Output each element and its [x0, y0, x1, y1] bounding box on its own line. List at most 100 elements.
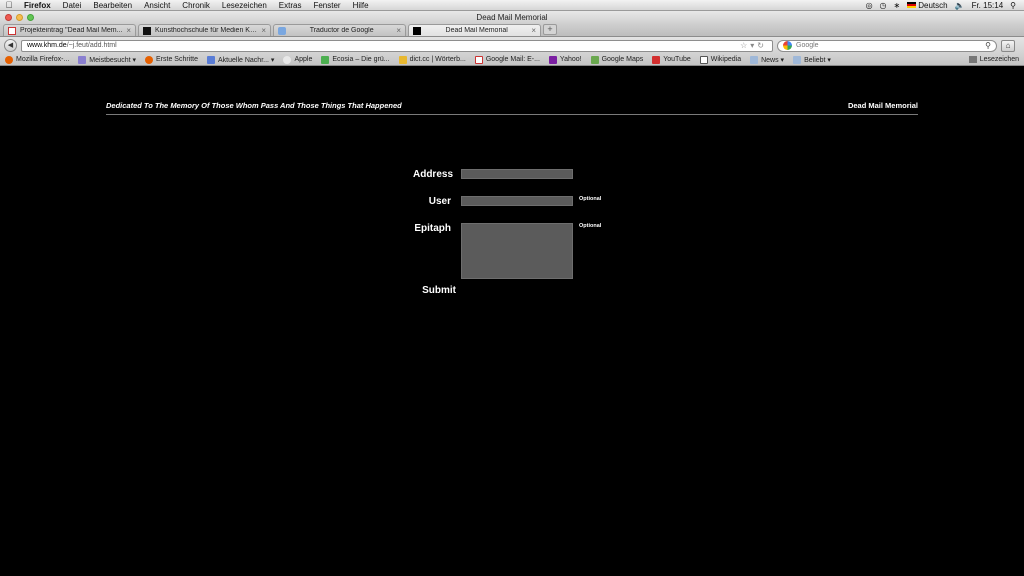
bookmark-apple[interactable]: Apple [283, 55, 312, 64]
bookmark-label: Google Mail: E-... [485, 56, 540, 63]
menu-bearbeiten[interactable]: Bearbeiten [87, 1, 138, 10]
tab-close-icon[interactable]: × [126, 26, 131, 35]
submit-button[interactable]: Submit [366, 285, 456, 296]
wikipedia-icon [699, 55, 708, 64]
tab-close-icon[interactable]: × [261, 26, 266, 35]
bookmark-label: YouTube [663, 56, 691, 63]
url-bar-actions: ☆▾↻ [740, 41, 767, 50]
bookmark-label: Beliebt ▾ [804, 56, 831, 64]
window-titlebar: Dead Mail Memorial [0, 11, 1024, 24]
tab-traductor[interactable]: Traductor de Google × [273, 24, 406, 36]
tab-close-icon[interactable]: × [396, 26, 401, 35]
bookmark-label: Meistbesucht ▾ [89, 56, 136, 64]
magnifier-icon[interactable]: ⚲ [985, 41, 991, 50]
rss-folder-icon [207, 55, 216, 64]
bookmark-yahoo[interactable]: Yahoo! [548, 55, 582, 64]
bookmark-youtube[interactable]: YouTube [652, 55, 691, 64]
menu-datei[interactable]: Datei [57, 1, 88, 10]
volume-icon[interactable]: 🔈 [955, 1, 965, 10]
firefox-icon [145, 55, 153, 64]
tab-close-icon[interactable]: × [531, 26, 536, 35]
tab-dead-mail-memorial[interactable]: Dead Mail Memorial × [408, 24, 541, 36]
bookmark-meistbesucht[interactable]: Meistbesucht ▾ [78, 55, 136, 64]
navigation-toolbar: ◀ www.khm.de/~j.feut/add.html ☆▾↻ Google… [0, 37, 1024, 54]
reload-icon[interactable]: ↻ [757, 41, 767, 50]
firefox-icon [5, 55, 13, 64]
bookmark-google-mail[interactable]: Google Mail: E-... [474, 55, 540, 64]
google-search-engine-icon[interactable] [783, 41, 792, 50]
menu-hilfe[interactable]: Hilfe [347, 1, 375, 10]
site-title[interactable]: Dead Mail Memorial [848, 101, 918, 110]
bookmark-label: Mozilla Firefox-... [16, 56, 70, 63]
page-content: Dedicated To The Memory Of Those Whom Pa… [0, 67, 1024, 565]
bookmarks-toolbar: Mozilla Firefox-... Meistbesucht ▾ Erste… [0, 54, 1024, 66]
apple-menu-icon[interactable]:  [0, 0, 18, 10]
epitaph-textarea[interactable] [461, 223, 573, 279]
epitaph-optional-note: Optional [579, 223, 602, 229]
bookmark-mozilla-firefox[interactable]: Mozilla Firefox-... [5, 55, 70, 64]
menu-chronik[interactable]: Chronik [176, 1, 216, 10]
bookmark-wikipedia[interactable]: Wikipedia [699, 55, 741, 64]
bookmark-label: Yahoo! [559, 56, 582, 63]
bookmarks-menu-label: Lesezeichen [979, 56, 1019, 63]
epitaph-label: Epitaph [414, 223, 451, 234]
menu-ansicht[interactable]: Ansicht [138, 1, 176, 10]
new-tab-button[interactable]: + [543, 24, 557, 35]
bluetooth-icon[interactable]: ∗ [894, 1, 901, 10]
skype-icon[interactable]: ◎ [866, 1, 873, 10]
bookmark-label: Aktuelle Nachr... ▾ [218, 56, 275, 64]
tab-label: Kunsthochschule für Medien Kö... [155, 27, 259, 34]
youtube-icon [652, 55, 661, 64]
spotlight-search-icon[interactable]: ⚲ [1010, 1, 1016, 10]
folder-icon [793, 55, 802, 64]
gmail-icon [474, 55, 483, 64]
menu-extras[interactable]: Extras [273, 1, 308, 10]
tab-kunsthochschule[interactable]: Kunsthochschule für Medien Kö... × [138, 24, 271, 36]
user-label: User [428, 196, 451, 207]
time-machine-icon[interactable]: ◷ [880, 1, 887, 10]
search-placeholder: Google [796, 42, 819, 49]
bookmark-aktuelle-nachrichten[interactable]: Aktuelle Nachr... ▾ [207, 55, 275, 64]
apple-icon [283, 55, 292, 64]
tab-label: Dead Mail Memorial [445, 27, 508, 34]
bookmark-dict-cc[interactable]: dict.cc | Wörterb... [398, 55, 466, 64]
language-menu[interactable]: Deutsch [907, 1, 948, 10]
user-input[interactable] [461, 196, 573, 206]
tab-bar: Projekteintrag "Dead Mail Mem... × Kunst… [0, 24, 1024, 37]
menu-app-name[interactable]: Firefox [18, 1, 57, 10]
dict-cc-icon [398, 55, 407, 64]
menubar-status-area: ◎ ◷ ∗ Deutsch 🔈 Fr. 15:14 ⚲ [866, 1, 1024, 10]
bookmark-erste-schritte[interactable]: Erste Schritte [145, 55, 199, 64]
url-bar[interactable]: www.khm.de/~j.feut/add.html ☆▾↻ [21, 39, 773, 52]
google-maps-icon [590, 55, 599, 64]
tab-projekteintrag[interactable]: Projekteintrag "Dead Mail Mem... × [3, 24, 136, 36]
yahoo-icon [548, 55, 557, 64]
mac-menubar:  Firefox Datei Bearbeiten Ansicht Chron… [0, 0, 1024, 11]
menu-lesezeichen[interactable]: Lesezeichen [216, 1, 273, 10]
bookmark-ecosia[interactable]: Ecosia – Die grü... [321, 55, 390, 64]
bookmark-news[interactable]: News ▾ [750, 55, 785, 64]
gmail-favicon-icon [8, 26, 16, 35]
german-flag-icon [907, 2, 917, 9]
home-button[interactable]: ⌂ [1001, 39, 1015, 52]
folder-icon [78, 55, 87, 64]
bookmark-label: Ecosia – Die grü... [332, 56, 390, 63]
khm-favicon-icon [143, 26, 151, 35]
bookmark-label: Erste Schritte [156, 56, 199, 63]
bookmark-star-icon[interactable]: ☆ [740, 41, 750, 50]
folder-icon [750, 55, 759, 64]
bookmark-label: News ▾ [761, 56, 785, 64]
back-button[interactable]: ◀ [4, 39, 17, 52]
google-translate-favicon-icon [278, 26, 286, 35]
menubar-clock[interactable]: Fr. 15:14 [972, 1, 1004, 10]
bookmarks-list-icon [968, 56, 977, 63]
search-bar[interactable]: Google ⚲ [777, 39, 997, 52]
bookmark-google-maps[interactable]: Google Maps [590, 55, 643, 64]
address-input[interactable] [461, 169, 573, 179]
bookmarks-menu-button[interactable]: Lesezeichen [968, 56, 1019, 63]
tab-label: Projekteintrag "Dead Mail Mem... [20, 27, 123, 34]
bookmark-beliebt[interactable]: Beliebt ▾ [793, 55, 831, 64]
menu-fenster[interactable]: Fenster [307, 1, 346, 10]
bookmark-label: dict.cc | Wörterb... [409, 56, 466, 63]
site-tagline: Dedicated To The Memory Of Those Whom Pa… [106, 101, 402, 110]
